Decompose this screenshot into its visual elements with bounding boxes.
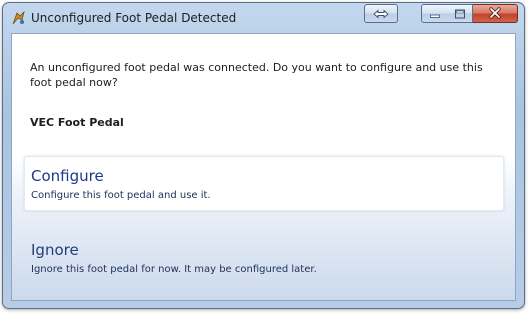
maximize-button[interactable] — [447, 4, 473, 23]
ignore-option-title: Ignore — [31, 241, 79, 259]
ignore-option-description: Ignore this foot pedal for now. It may b… — [31, 264, 317, 275]
close-button[interactable] — [473, 4, 518, 23]
title-bar[interactable]: Unconfigured Foot Pedal Detected — [3, 3, 524, 33]
device-name: VEC Foot Pedal — [30, 116, 124, 129]
foot-pedal-app-icon — [11, 10, 27, 26]
restore-button[interactable] — [364, 4, 398, 23]
configure-option-description: Configure this foot pedal and use it. — [31, 190, 211, 201]
maximize-icon — [454, 4, 466, 23]
minimize-icon — [429, 4, 441, 23]
ignore-option[interactable]: Ignore Ignore this foot pedal for now. I… — [24, 230, 504, 285]
restore-icon — [372, 4, 390, 23]
dialog-window: Unconfigured Foot Pedal Detected An unco… — [2, 2, 525, 309]
dialog-content: An unconfigured foot pedal was connected… — [11, 33, 516, 301]
configure-option-title: Configure — [31, 167, 104, 185]
dialog-message: An unconfigured foot pedal was connected… — [30, 61, 483, 89]
configure-option[interactable]: Configure Configure this foot pedal and … — [24, 156, 504, 211]
window-title: Unconfigured Foot Pedal Detected — [31, 11, 237, 25]
minimize-button[interactable] — [421, 4, 448, 23]
close-icon — [488, 4, 502, 23]
